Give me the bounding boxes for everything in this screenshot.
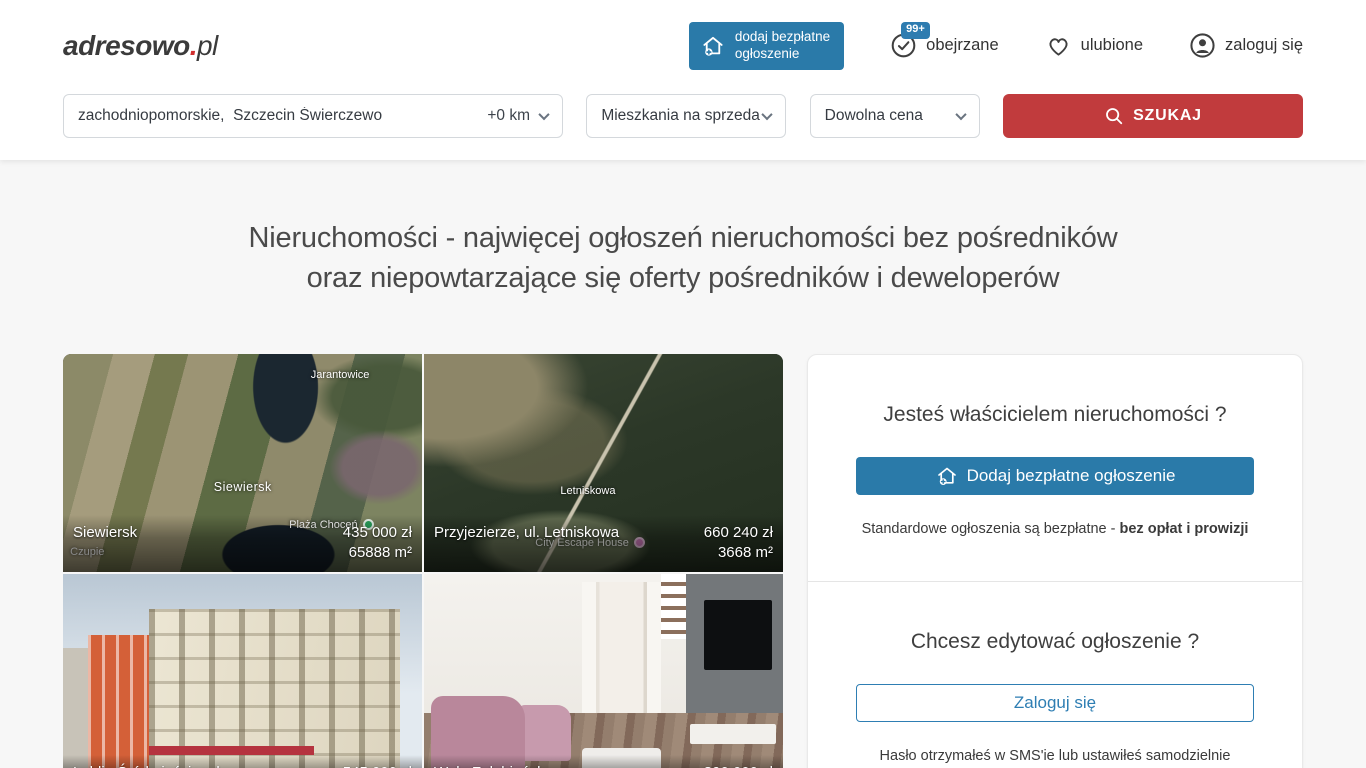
chevron-down-icon	[955, 109, 966, 120]
viewed-label: obejrzane	[926, 36, 998, 55]
category-select[interactable]: Mieszkania na sprzeda	[586, 94, 786, 138]
owner-section-title: Jesteś właścicielem nieruchomości ?	[856, 403, 1254, 427]
edit-section-title: Chcesz edytować ogłoszenie ?	[856, 630, 1254, 654]
price-select[interactable]: Dowolna cena	[810, 94, 980, 138]
login-button[interactable]: zaloguj się	[1189, 32, 1303, 59]
logo-dot: .	[190, 30, 197, 61]
listing-name: Przyjezierze, ul. Letniskowa	[434, 523, 619, 543]
favorites-label: ulubione	[1081, 36, 1143, 55]
listing-price: 545 000 zł	[343, 763, 412, 768]
viewed-count-badge: 99+	[901, 22, 930, 38]
add-listing-label: dodaj bezpłatne ogłoszenie	[735, 29, 830, 63]
map-street-label: Letniskowa	[560, 485, 615, 497]
search-input[interactable]	[78, 107, 479, 125]
search-bar: +0 km Mieszkania na sprzeda Dowolna cena	[63, 94, 1303, 138]
listing-price: 435 000 zł65888 m²	[343, 523, 412, 563]
edit-section-note: Hasło otrzymałeś w SMS'ie lub ustawiłeś …	[856, 748, 1254, 764]
listings-grid: Jarantowice Siewiersk Plaża Choceń Czupi…	[63, 354, 783, 768]
edit-section: Chcesz edytować ogłoszenie ? Zaloguj się…	[808, 581, 1302, 768]
radius-value[interactable]: +0 km	[487, 107, 530, 125]
house-add-icon	[700, 33, 726, 59]
logo-tld: pl	[197, 30, 218, 61]
listing-card[interactable]: Lublin Śródmieście, ul. 545 000 zł	[63, 574, 422, 768]
search-icon	[1104, 106, 1124, 126]
photo-tv	[704, 600, 772, 670]
owner-section: Jesteś właścicielem nieruchomości ? Doda…	[808, 355, 1302, 581]
search-submit-label: SZUKAJ	[1133, 107, 1202, 125]
photo-awning	[149, 746, 314, 755]
house-add-icon	[935, 464, 959, 488]
listing-price: 890 000 zł	[704, 763, 773, 768]
sidebar-login-button[interactable]: Zaloguj się	[856, 684, 1254, 722]
photo-building	[88, 635, 149, 768]
add-listing-button[interactable]: dodaj bezpłatne ogłoszenie	[689, 22, 844, 70]
map-town-label: Siewiersk	[214, 480, 272, 494]
hero-section: Nieruchomości - najwięcej ogłoszeń nieru…	[63, 218, 1303, 298]
listing-card[interactable]: Letniskowa City Escape House Przyjezierz…	[424, 354, 783, 572]
listing-photo	[63, 574, 422, 768]
add-free-listing-button[interactable]: Dodaj bezpłatne ogłoszenie	[856, 457, 1254, 495]
price-value: Dowolna cena	[825, 107, 923, 125]
listing-name: Lublin Śródmieście, ul.	[73, 763, 224, 768]
page-header: adresowo.pl dodaj bezpłatne ogłosz	[0, 0, 1366, 160]
chevron-down-icon	[762, 109, 773, 120]
listing-card[interactable]: Jarantowice Siewiersk Plaża Choceń Czupi…	[63, 354, 422, 572]
listing-name: Wola Zgłobieńska	[434, 763, 553, 768]
search-submit-button[interactable]: SZUKAJ	[1003, 94, 1303, 138]
owner-section-note: Standardowe ogłoszenia są bezpłatne - be…	[856, 521, 1254, 537]
user-circle-icon	[1189, 32, 1216, 59]
favorites-button[interactable]: ulubione	[1045, 32, 1143, 59]
site-logo[interactable]: adresowo.pl	[63, 30, 218, 62]
listing-card[interactable]: Wola Zgłobieńska 890 000 zł	[424, 574, 783, 768]
add-free-listing-label: Dodaj bezpłatne ogłoszenie	[967, 466, 1176, 486]
logo-brand-name: adresowo	[63, 30, 190, 61]
viewed-button[interactable]: 99+ obejrzane	[890, 32, 998, 59]
heart-icon	[1045, 32, 1072, 59]
listing-name: Siewiersk	[73, 523, 137, 543]
photo-building	[149, 609, 400, 768]
photo-hallway	[582, 582, 661, 713]
chevron-down-icon	[538, 109, 549, 120]
page-title: Nieruchomości - najwięcej ogłoszeń nieru…	[63, 218, 1303, 298]
owner-panel: Jesteś właścicielem nieruchomości ? Doda…	[807, 354, 1303, 768]
header-actions: dodaj bezpłatne ogłoszenie 99+	[689, 22, 1303, 70]
category-value: Mieszkania na sprzeda	[601, 107, 760, 125]
photo-media-unit	[690, 724, 776, 744]
map-town-label: Jarantowice	[311, 369, 370, 381]
login-label: zaloguj się	[1225, 36, 1303, 55]
location-field[interactable]: +0 km	[63, 94, 563, 138]
listing-price: 660 240 zł3668 m²	[704, 523, 773, 563]
listing-photo	[424, 574, 783, 768]
photo-armchair	[517, 705, 571, 762]
